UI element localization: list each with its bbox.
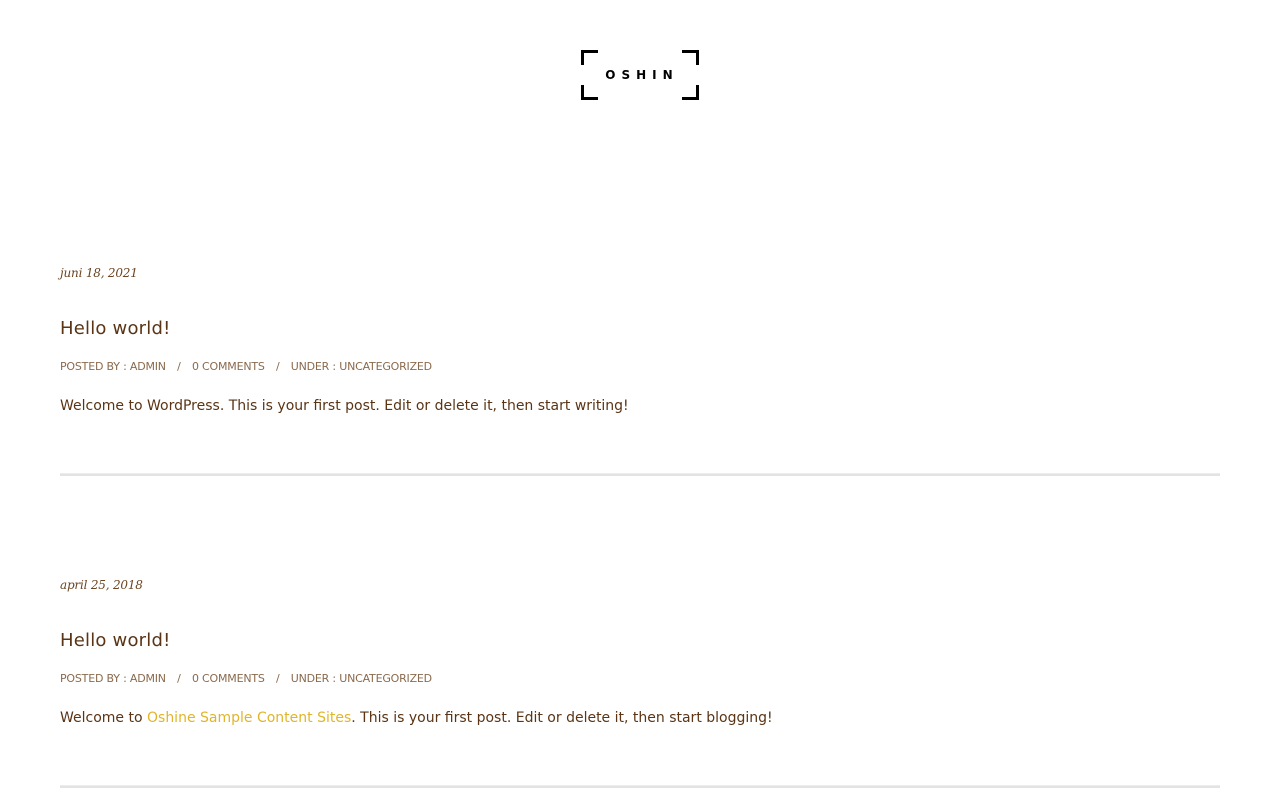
post-excerpt: Welcome to WordPress. This is your first…: [60, 398, 629, 414]
post-divider: [60, 785, 1220, 788]
post-divider: [60, 473, 1220, 476]
excerpt-suffix: . This is your first post. Edit or delet…: [351, 710, 773, 726]
logo-corner-bottom-right: [682, 85, 699, 100]
post-title: Hello world!: [60, 317, 1220, 341]
blog-post: april 25, 2018 Hello world! POSTED BY : …: [60, 574, 1220, 728]
comments-link[interactable]: 0 COMMENTS: [192, 360, 265, 373]
excerpt-prefix: Welcome to: [60, 710, 147, 726]
blog-post: juni 18, 2021 Hello world! POSTED BY : A…: [60, 262, 1220, 416]
post-date: juni 18, 2021: [60, 266, 138, 280]
comments-link[interactable]: 0 COMMENTS: [192, 672, 265, 685]
posted-by-label: POSTED BY :: [60, 672, 127, 685]
site-header: OSHIN: [0, 0, 1280, 160]
logo-text: OSHIN: [605, 68, 679, 82]
category-link[interactable]: UNCATEGORIZED: [339, 360, 432, 373]
post-date: april 25, 2018: [60, 578, 143, 592]
under-label: UNDER :: [290, 672, 336, 685]
logo-corner-top-left: [581, 50, 598, 65]
post-meta: POSTED BY : ADMIN / 0 COMMENTS / UNDER :…: [60, 671, 1220, 687]
logo-corner-bottom-left: [581, 85, 598, 100]
meta-separator: /: [177, 672, 181, 685]
post-title: Hello world!: [60, 629, 1220, 653]
meta-separator: /: [275, 360, 280, 373]
sample-content-link[interactable]: Oshine Sample Content Sites: [147, 710, 351, 726]
category-link[interactable]: UNCATEGORIZED: [339, 672, 432, 685]
author-link[interactable]: ADMIN: [130, 360, 166, 373]
post-title-link[interactable]: Hello world!: [60, 318, 171, 339]
author-link[interactable]: ADMIN: [130, 672, 166, 685]
post-title-link[interactable]: Hello world!: [60, 630, 171, 651]
site-logo[interactable]: OSHIN: [581, 50, 699, 100]
under-label: UNDER :: [290, 360, 336, 373]
meta-separator: /: [177, 360, 181, 373]
post-excerpt: Welcome to Oshine Sample Content Sites. …: [60, 708, 1220, 728]
logo-corner-top-right: [682, 50, 699, 65]
meta-separator: /: [275, 672, 280, 685]
post-meta: POSTED BY : ADMIN / 0 COMMENTS / UNDER :…: [60, 359, 1220, 375]
posted-by-label: POSTED BY :: [60, 360, 127, 373]
